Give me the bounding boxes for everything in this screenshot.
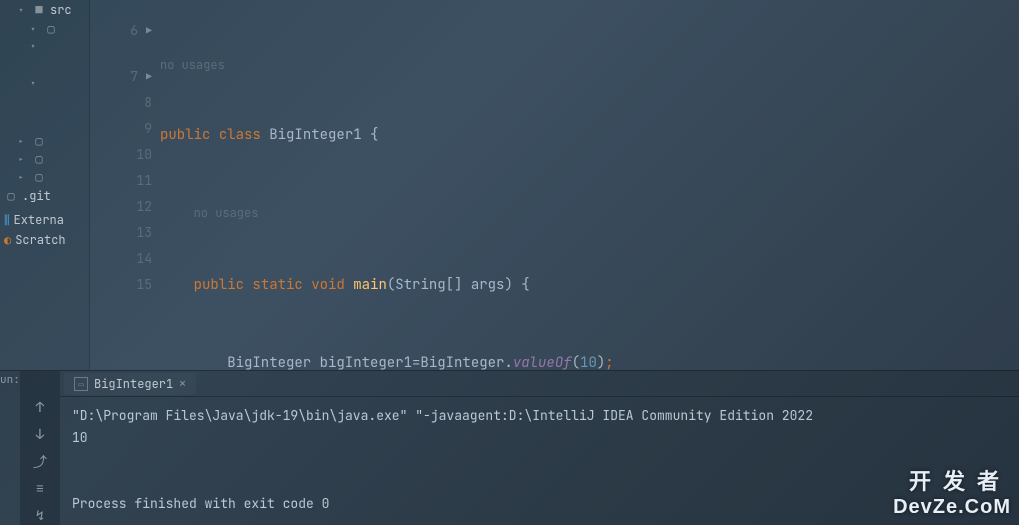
watermark-domain: DevZe.CoM bbox=[893, 496, 1011, 519]
tree-label: .git bbox=[22, 188, 51, 204]
run-tab-label: BigInteger1 bbox=[94, 376, 173, 392]
tree-item[interactable] bbox=[0, 92, 89, 132]
code-editor[interactable]: 6 ▶ 7 ▶ 8 9 10 11 12 13 14 15 no usages pu… bbox=[90, 0, 1019, 370]
code-content[interactable]: no usages public class BigInteger1 { no … bbox=[160, 0, 1019, 370]
line-number: 8 bbox=[144, 90, 152, 116]
tree-item[interactable]: ▸ ▢ bbox=[0, 132, 89, 150]
tree-item[interactable]: ▸ ▢ bbox=[0, 168, 89, 186]
tree-item[interactable]: ▸ ▢ bbox=[0, 150, 89, 168]
tree-item[interactable]: ▾ bbox=[0, 75, 89, 92]
scratch-icon: ◐ bbox=[4, 232, 11, 248]
console-line: Process finished with exit code 0 bbox=[72, 495, 329, 512]
settings-button[interactable]: ⤴ bbox=[30, 452, 50, 472]
console-line: "D:\Program Files\Java\jdk-19\bin\java.e… bbox=[72, 407, 813, 424]
run-tool-window: un: ↑ ↓ ⤴ ≡ ↯ ▭ BigInteger1 ✕ "D:\Progra… bbox=[0, 370, 1019, 525]
line-number: 9 bbox=[144, 116, 152, 142]
tree-label: src bbox=[50, 2, 72, 18]
line-number: 7 bbox=[130, 64, 138, 90]
folder-icon: ▢ bbox=[32, 152, 46, 166]
chevron-right-icon: ▸ bbox=[18, 135, 28, 148]
run-toolbar: ↑ ↓ ⤴ ≡ ↯ bbox=[20, 371, 60, 525]
line-number: 15 bbox=[136, 272, 152, 298]
line-number: 12 bbox=[136, 194, 152, 220]
soft-wrap-button[interactable]: ↯ bbox=[30, 507, 50, 525]
run-tab[interactable]: ▭ BigInteger1 ✕ bbox=[64, 373, 196, 395]
chevron-down-icon: ▾ bbox=[30, 23, 40, 36]
stop-button[interactable]: ↓ bbox=[30, 426, 50, 445]
line-number: 10 bbox=[136, 142, 152, 168]
line-number: 13 bbox=[136, 220, 152, 246]
line-number: 14 bbox=[136, 246, 152, 272]
chevron-down-icon: ▾ bbox=[30, 40, 40, 53]
run-gutter-icon[interactable]: ▶ bbox=[146, 64, 152, 90]
console-line: 10 bbox=[72, 429, 88, 446]
chevron-right-icon: ▸ bbox=[18, 171, 28, 184]
code-line[interactable]: BigInteger bigInteger1=BigInteger.valueO… bbox=[160, 350, 1019, 370]
tree-label: Externa bbox=[14, 212, 64, 228]
watermark: 开发者 DevZe.CoM bbox=[893, 464, 1011, 519]
chevron-right-icon: ▸ bbox=[18, 153, 28, 166]
tree-item[interactable]: ▾ ▢ bbox=[0, 20, 89, 38]
tree-item[interactable] bbox=[0, 55, 89, 75]
close-icon[interactable]: ✕ bbox=[179, 377, 186, 391]
code-line[interactable]: public class BigInteger1 { bbox=[160, 122, 1019, 148]
chevron-down-icon: ▾ bbox=[18, 4, 28, 17]
run-config-icon: ▭ bbox=[74, 377, 88, 391]
folder-icon: ■ bbox=[32, 3, 46, 17]
usage-hint: no usages bbox=[194, 205, 259, 221]
run-label: un: bbox=[0, 371, 20, 525]
scratches[interactable]: ◐ Scratch bbox=[0, 230, 89, 250]
run-tabs: ▭ BigInteger1 ✕ bbox=[60, 371, 1019, 397]
tree-item[interactable]: ▾ bbox=[0, 38, 89, 55]
folder-icon: ▢ bbox=[32, 170, 46, 184]
run-gutter-icon[interactable]: ▶ bbox=[146, 18, 152, 44]
external-libraries[interactable]: ⫼ Externa bbox=[0, 210, 89, 230]
watermark-text: 开发者 bbox=[893, 464, 1011, 496]
library-icon: ⫼ bbox=[4, 212, 10, 228]
folder-icon: ▢ bbox=[4, 189, 18, 203]
line-number: 6 bbox=[130, 18, 138, 44]
tree-label: Scratch bbox=[15, 232, 65, 248]
chevron-down-icon: ▾ bbox=[30, 77, 40, 90]
usage-hint: no usages bbox=[160, 57, 225, 73]
code-line[interactable]: public static void main(String[] args) { bbox=[160, 272, 1019, 298]
editor-gutter: 6 ▶ 7 ▶ 8 9 10 11 12 13 14 15 bbox=[90, 0, 160, 370]
project-tree[interactable]: ▾ ■ src ▾ ▢ ▾ ▾ ▸ ▢ ▸ ▢ bbox=[0, 0, 90, 370]
folder-icon: ▢ bbox=[44, 22, 58, 36]
rerun-button[interactable]: ↑ bbox=[30, 399, 50, 418]
tree-item-git[interactable]: ▢ .git bbox=[0, 186, 89, 206]
folder-icon: ▢ bbox=[32, 134, 46, 148]
line-number: 11 bbox=[136, 168, 152, 194]
tree-item-src[interactable]: ▾ ■ src bbox=[0, 0, 89, 20]
console-output[interactable]: "D:\Program Files\Java\jdk-19\bin\java.e… bbox=[60, 397, 1019, 525]
pin-button[interactable]: ≡ bbox=[30, 480, 50, 499]
